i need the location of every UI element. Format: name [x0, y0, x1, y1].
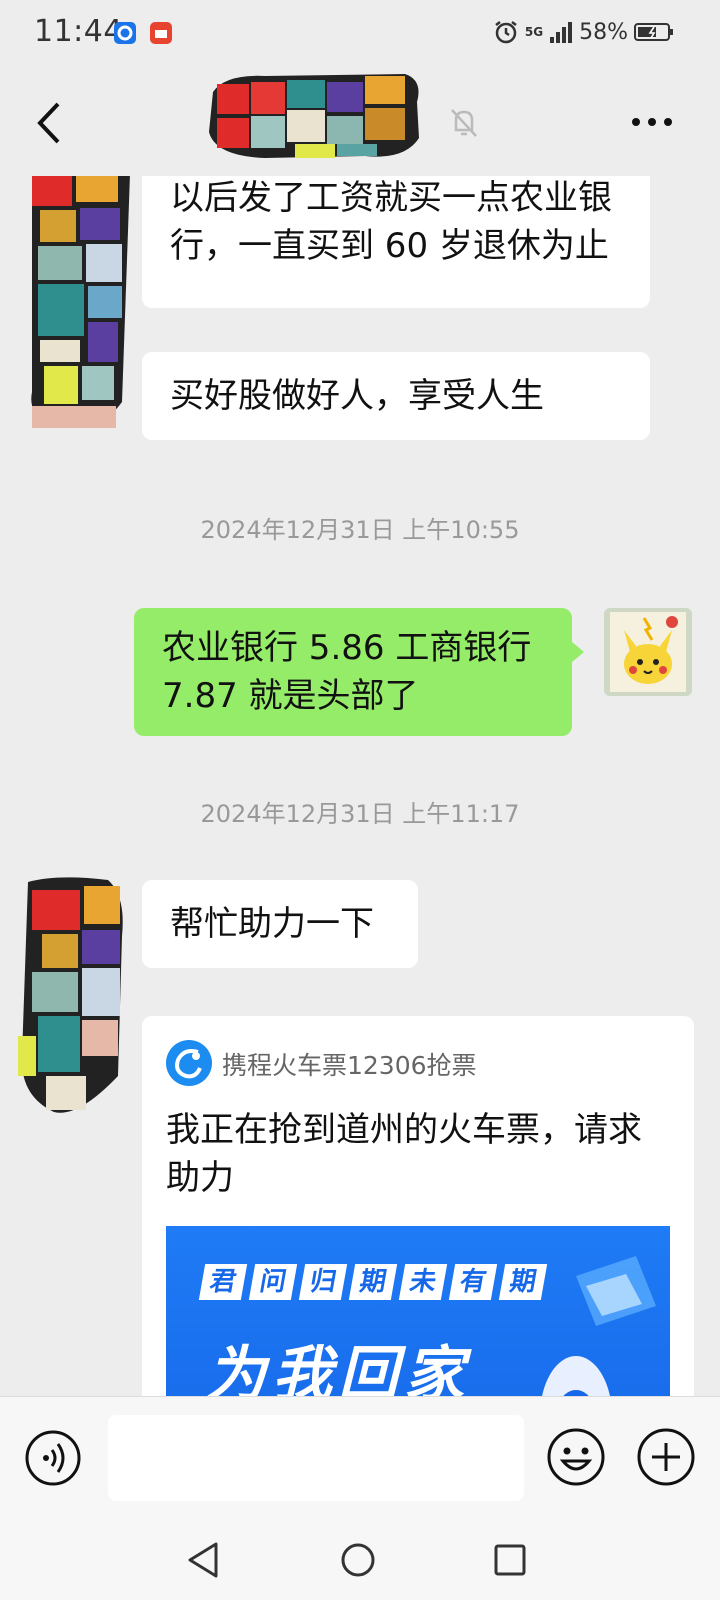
chevron-left-icon — [37, 102, 60, 144]
message-bubble-self[interactable]: 农业银行 5.86 工商银行 7.87 就是头部了 — [134, 608, 572, 736]
bubble-tail — [572, 642, 584, 662]
voice-icon — [25, 1430, 81, 1486]
notification-app-icon — [150, 22, 172, 44]
square-recents-icon — [494, 1544, 526, 1576]
banner-slogan-char: 未 — [398, 1264, 448, 1300]
network-type: 5G — [524, 25, 544, 39]
message-text: 农业银行 5.86 工商银行 7.87 就是头部了 — [162, 628, 532, 716]
message-text: 帮忙助力一下 — [170, 904, 374, 944]
status-indicators: 5G 58% — [493, 19, 674, 45]
status-bar: 11:44 5G 58% — [0, 0, 720, 70]
card-title: 我正在抢到道州的火车票，请求助力 — [166, 1110, 642, 1198]
chat-title-redacted — [205, 72, 425, 160]
message-bubble-contact[interactable]: 帮忙助力一下 — [142, 880, 418, 968]
nav-recents-button[interactable] — [494, 1544, 526, 1580]
battery-percent: 58% — [579, 19, 628, 45]
chat-input-bar — [0, 1396, 720, 1523]
banner-slogan-char: 归 — [298, 1264, 348, 1300]
banner-slogan-char: 有 — [448, 1264, 498, 1300]
mini-program-card[interactable]: 携程火车票12306抢票 我正在抢到道州的火车票，请求助力 君 问 归 期 未 … — [142, 1016, 694, 1396]
message-input[interactable] — [108, 1415, 524, 1501]
card-source-name: 携程火车票12306抢票 — [222, 1051, 477, 1080]
message-text: 以后发了工资就买一点农业银行，一直买到 60 岁退休为止 — [170, 178, 612, 266]
plus-circle-icon — [637, 1428, 695, 1486]
contact-avatar[interactable] — [26, 176, 132, 438]
ctrip-logo-icon — [166, 1040, 212, 1086]
nav-back-button[interactable] — [186, 1540, 220, 1584]
pikachu-avatar-icon — [604, 608, 692, 696]
card-banner-image: 君 问 归 期 未 有 期 为我回家 — [166, 1226, 670, 1396]
voice-button[interactable] — [24, 1429, 82, 1487]
signal-icon — [550, 22, 573, 43]
chat-message-list[interactable]: 以后发了工资就买一点农业银行，一直买到 60 岁退休为止 买好股做好人，享受人生… — [0, 176, 720, 1396]
nav-home-button[interactable] — [340, 1542, 376, 1582]
back-button[interactable] — [30, 100, 70, 146]
more-functions-button[interactable] — [636, 1427, 696, 1487]
redaction-mosaic — [209, 74, 419, 158]
message-text: 买好股做好人，享受人生 — [170, 376, 544, 416]
self-avatar[interactable] — [604, 608, 692, 696]
message-bubble-contact[interactable]: 以后发了工资就买一点农业银行，一直买到 60 岁退休为止 — [142, 176, 650, 308]
banner-headline: 为我回家 — [206, 1340, 470, 1396]
more-button[interactable] — [628, 102, 676, 142]
notification-app-icon — [114, 22, 136, 44]
message-bubble-contact[interactable]: 买好股做好人，享受人生 — [142, 352, 650, 440]
alarm-icon — [495, 21, 517, 44]
circle-home-icon — [341, 1543, 375, 1577]
redaction-mosaic — [31, 176, 130, 428]
battery-icon — [634, 23, 673, 41]
chat-header — [0, 70, 720, 176]
status-time: 11:44 — [34, 14, 123, 49]
banner-slogan: 君 问 归 期 未 有 期 — [198, 1264, 548, 1300]
bell-off-icon — [446, 104, 482, 140]
banner-slogan-char: 期 — [348, 1264, 398, 1300]
system-nav-bar — [0, 1522, 720, 1600]
rocket-illustration-icon — [542, 1256, 656, 1396]
message-timestamp: 2024年12月31日 上午11:17 — [200, 800, 520, 828]
banner-slogan-char: 问 — [248, 1264, 298, 1300]
banner-slogan-char: 君 — [198, 1264, 248, 1300]
contact-avatar[interactable] — [18, 876, 126, 1118]
more-dots-icon — [632, 118, 672, 126]
emoji-button[interactable] — [546, 1427, 606, 1487]
triangle-back-icon — [188, 1542, 218, 1578]
smiley-icon — [547, 1428, 605, 1486]
redaction-mosaic — [18, 877, 123, 1113]
message-timestamp: 2024年12月31日 上午10:55 — [200, 516, 520, 544]
